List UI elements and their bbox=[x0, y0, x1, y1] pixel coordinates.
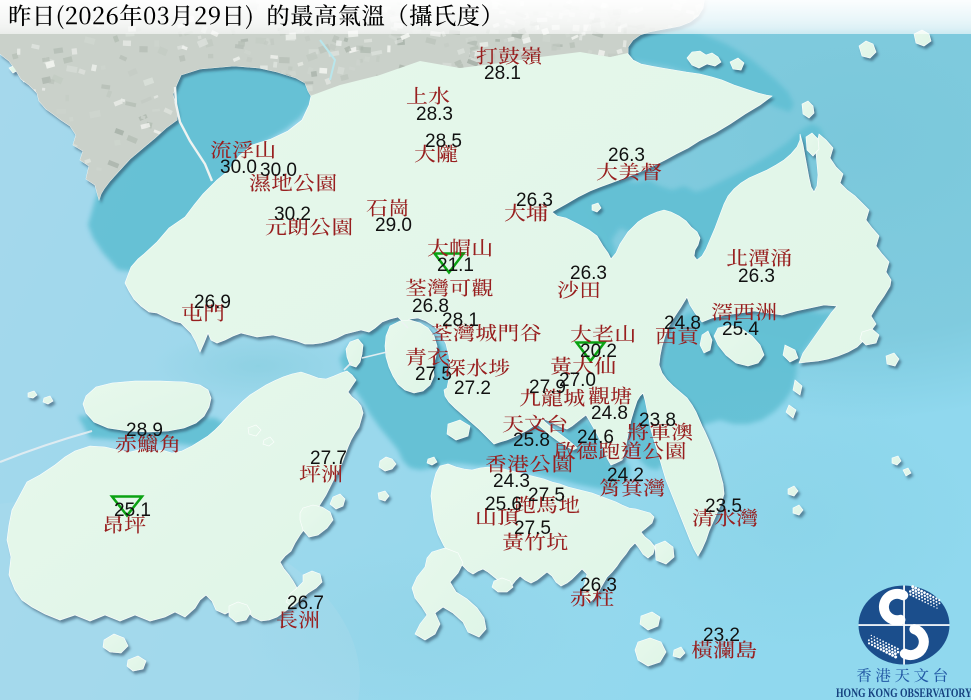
svg-text:24.8: 24.8 bbox=[664, 313, 701, 334]
svg-text:20.2: 20.2 bbox=[580, 341, 617, 362]
svg-text:24.3: 24.3 bbox=[493, 471, 530, 492]
svg-text:23.5: 23.5 bbox=[705, 496, 742, 517]
svg-text:26.3: 26.3 bbox=[516, 190, 553, 211]
svg-text:28.1: 28.1 bbox=[442, 310, 479, 331]
svg-text:25.4: 25.4 bbox=[722, 319, 759, 340]
svg-text:28.1: 28.1 bbox=[484, 63, 521, 84]
svg-text:25.1: 25.1 bbox=[114, 500, 151, 521]
svg-text:24.8: 24.8 bbox=[591, 403, 628, 424]
svg-text:27.2: 27.2 bbox=[454, 378, 491, 399]
svg-text:30.2: 30.2 bbox=[274, 204, 311, 225]
svg-text:23.8: 23.8 bbox=[639, 410, 676, 431]
svg-text:27.5: 27.5 bbox=[514, 518, 551, 539]
svg-text:25.6: 25.6 bbox=[485, 494, 522, 515]
svg-text:24.2: 24.2 bbox=[607, 465, 644, 486]
svg-text:26.3: 26.3 bbox=[580, 575, 617, 596]
svg-text:29.0: 29.0 bbox=[375, 215, 412, 236]
svg-text:26.3: 26.3 bbox=[570, 263, 607, 284]
svg-text:28.9: 28.9 bbox=[126, 420, 163, 441]
svg-text:26.9: 26.9 bbox=[194, 292, 231, 313]
svg-text:26.7: 26.7 bbox=[287, 593, 324, 614]
svg-text:27.9: 27.9 bbox=[529, 377, 566, 398]
svg-text:26.3: 26.3 bbox=[738, 266, 775, 287]
svg-text:26.3: 26.3 bbox=[608, 145, 645, 166]
svg-text:24.6: 24.6 bbox=[577, 427, 614, 448]
svg-text:30.0: 30.0 bbox=[260, 160, 297, 181]
svg-text:27.5: 27.5 bbox=[528, 485, 565, 506]
svg-text:23.2: 23.2 bbox=[703, 625, 740, 646]
svg-text:21.1: 21.1 bbox=[437, 255, 474, 276]
svg-text:30.0: 30.0 bbox=[220, 157, 257, 178]
svg-text:25.8: 25.8 bbox=[513, 430, 550, 451]
svg-text:28.5: 28.5 bbox=[425, 131, 462, 152]
svg-text:27.5: 27.5 bbox=[415, 364, 452, 385]
svg-text:27.7: 27.7 bbox=[310, 448, 347, 469]
svg-text:28.3: 28.3 bbox=[416, 104, 453, 125]
svg-text:HONG KONG OBSERVATORY: HONG KONG OBSERVATORY bbox=[836, 686, 971, 700]
